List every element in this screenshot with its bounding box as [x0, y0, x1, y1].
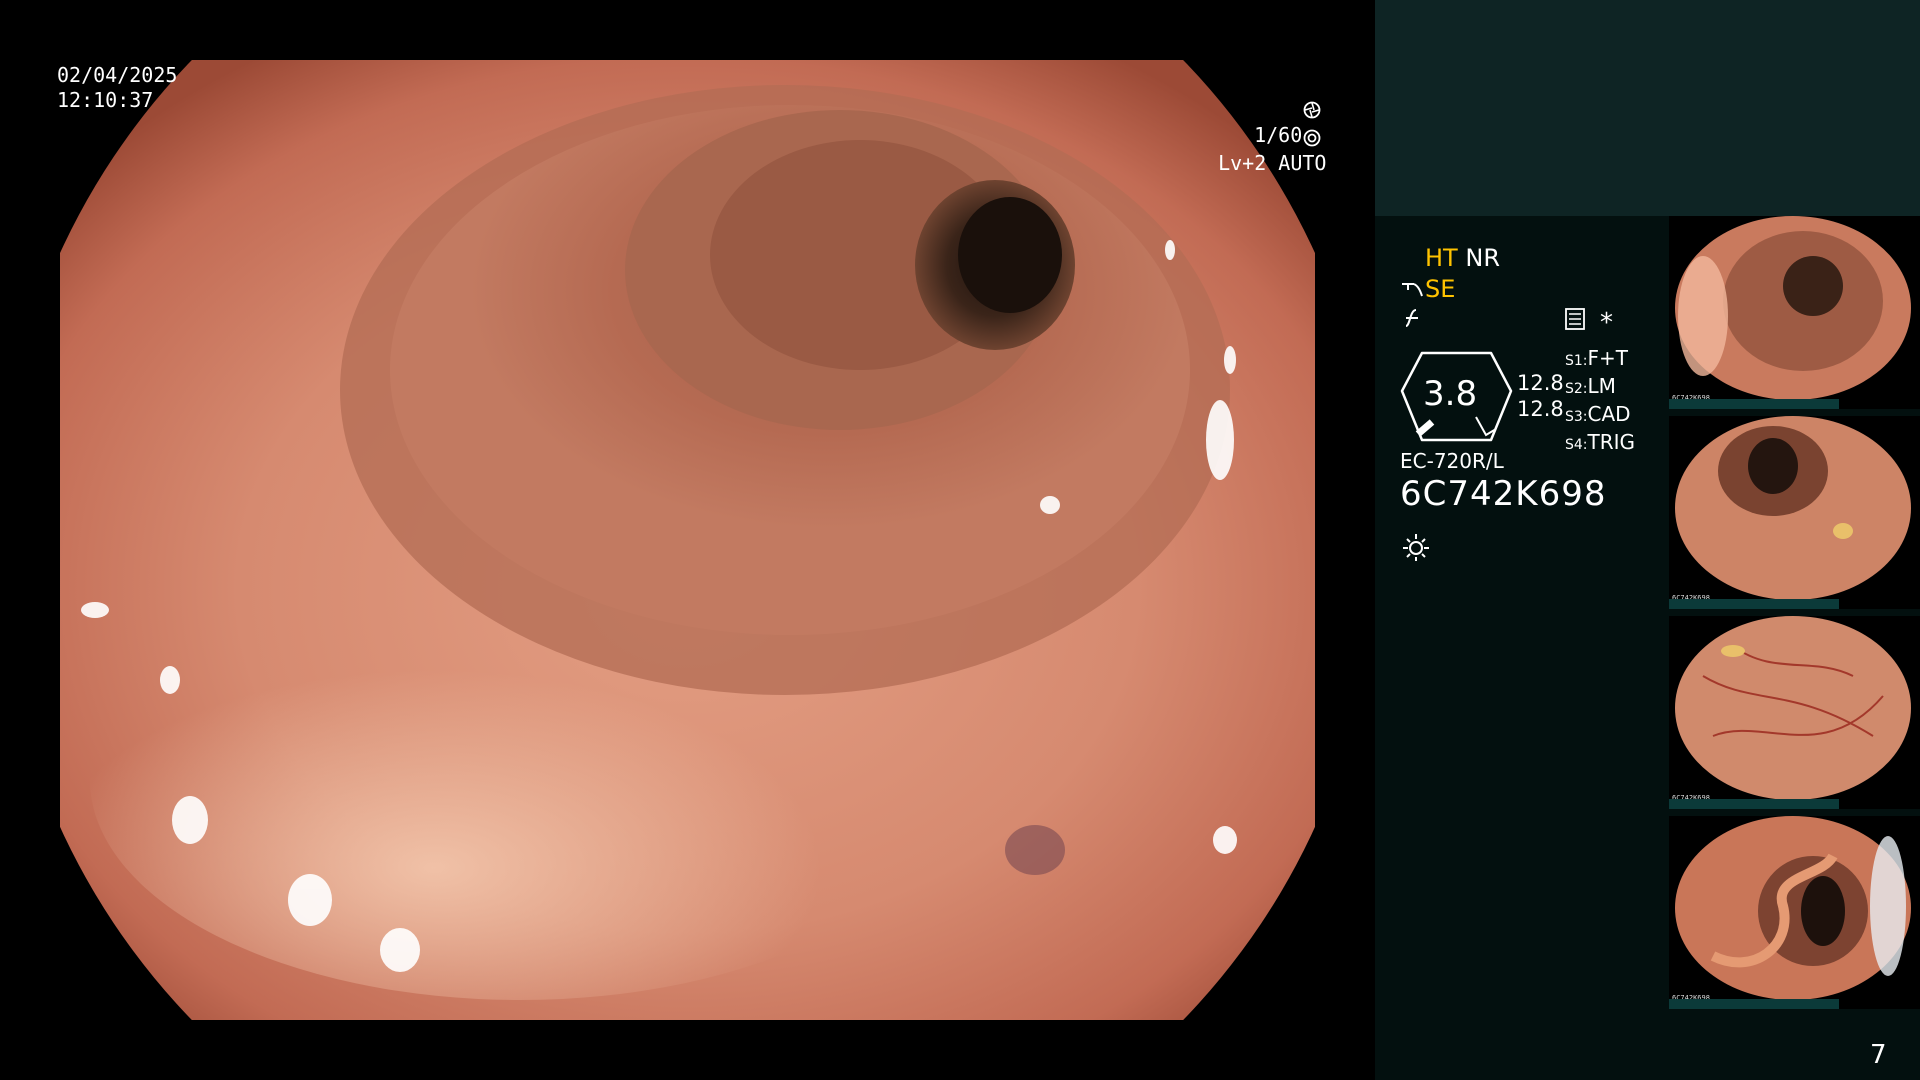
endoscope-view [0, 0, 1375, 1080]
thumbnail-2[interactable]: 6C742K698 [1669, 416, 1920, 609]
pen-icon [1402, 283, 1423, 297]
flash-icon [1405, 309, 1418, 327]
scope-model: EC-720R/L [1400, 449, 1504, 473]
thumbnail-bar [1669, 399, 1839, 409]
gauge-side-1: 12.8 [1517, 371, 1564, 395]
sun-icon [1403, 534, 1429, 561]
gauge-value: 3.8 [1423, 374, 1478, 414]
thumbnail-4[interactable]: 6C742K698 [1669, 816, 1920, 1009]
shutter-icon [1303, 101, 1321, 119]
thumbnail-image [1675, 416, 1911, 600]
thumbnail-image [1675, 616, 1911, 800]
preset-s3: S3:CAD [1565, 402, 1631, 426]
time-text: 12:10:37 [57, 88, 154, 112]
thumbnail-1[interactable]: 6C742K698 [1669, 216, 1920, 409]
thumbnail-image [1675, 816, 1911, 1000]
date-text: 02/04/2025 [57, 63, 178, 87]
mode-row-1: HT NR [1425, 244, 1500, 272]
thumbnail-bar [1669, 999, 1839, 1009]
mode-nr: NR [1465, 244, 1500, 272]
preset-s1: S1:F+T [1565, 346, 1628, 370]
panel-header-area [1375, 0, 1920, 216]
endoscope-image [60, 60, 1315, 1020]
preset-list: S1:F+T S2:LM S3:CAD S4:TRIG [1565, 346, 1635, 458]
thumbnail-3[interactable]: 6C742K698 [1669, 616, 1920, 809]
thumbnail-bar [1669, 599, 1839, 609]
thumbnail-strip: 6C742K698 6C742K698 6C742K698 6C742K698 [1669, 216, 1920, 1014]
thumbnail-bar [1669, 799, 1839, 809]
mode-row-2: SE [1425, 275, 1455, 303]
level-text: Lv+2 AUTO [1218, 151, 1327, 175]
preset-s2: S2:LM [1565, 374, 1616, 398]
asterisk-mark: * [1600, 308, 1613, 338]
settings-list-icon [1565, 308, 1585, 330]
scope-serial: 6C742K698 [1400, 474, 1607, 514]
datetime: 02/04/2025 12:10:37 [57, 63, 177, 113]
mode-se: SE [1425, 275, 1456, 303]
mode-ht: HT [1425, 244, 1458, 272]
preset-s4: S4:TRIG [1565, 430, 1636, 454]
page-number: 7 [1870, 1040, 1887, 1070]
thumbnail-image [1675, 216, 1911, 400]
gauge-side-2: 12.8 [1517, 397, 1564, 421]
auto-iris-icon [1303, 129, 1321, 147]
gauge-side-values: 12.8 12.8 [1517, 370, 1564, 422]
